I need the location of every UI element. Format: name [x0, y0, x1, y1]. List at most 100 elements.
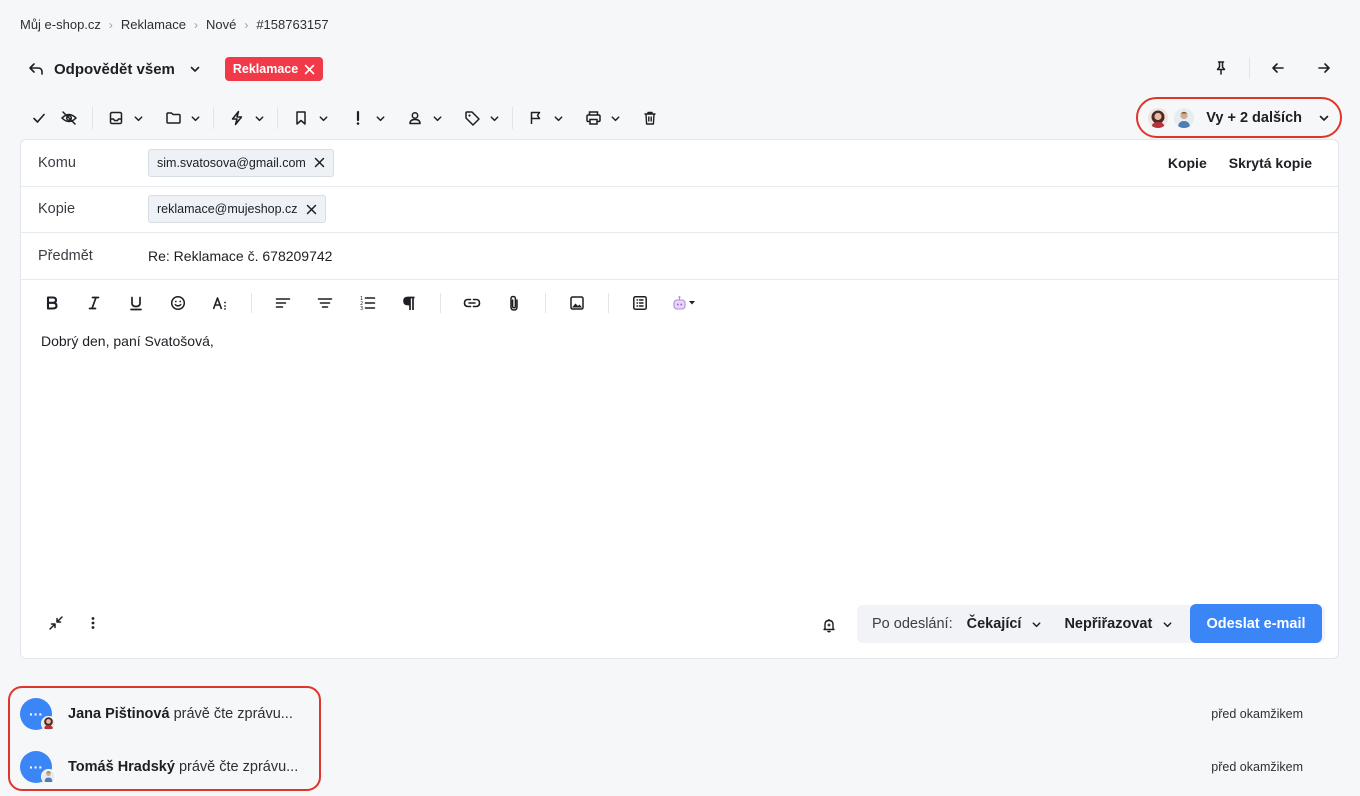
breadcrumb-item-nove[interactable]: Nové [206, 17, 236, 32]
chevron-down-icon [610, 113, 621, 124]
delete-button[interactable] [635, 105, 665, 131]
ai-assistant-icon[interactable] [670, 291, 700, 315]
add-cc-link[interactable]: Kopie [1168, 155, 1207, 171]
arrow-right-icon[interactable] [1312, 56, 1336, 80]
breadcrumb-separator-icon: › [108, 17, 113, 32]
hide-button[interactable] [54, 105, 84, 131]
assignee-button[interactable] [400, 105, 447, 131]
chevron-down-icon [1163, 621, 1172, 627]
breadcrumb-separator-icon: › [193, 17, 198, 32]
recipient-chip[interactable]: sim.svatosova@gmail.com [148, 148, 334, 177]
chevron-down-icon [1318, 112, 1330, 124]
formatting-toolbar: 123 [40, 291, 718, 315]
remove-cc-icon[interactable] [306, 204, 317, 215]
divider [512, 107, 513, 129]
breadcrumb: Můj e-shop.cz › Reklamace › Nové › #1587… [20, 17, 329, 32]
send-email-button[interactable]: Odeslat e-mail [1190, 604, 1322, 643]
image-icon[interactable] [565, 291, 589, 315]
recipient-email: sim.svatosova@gmail.com [157, 155, 306, 170]
remove-tag-icon[interactable] [304, 64, 315, 75]
underline-icon[interactable] [124, 291, 148, 315]
add-bcc-link[interactable]: Skrytá kopie [1229, 155, 1312, 171]
status-value: Čekající [966, 616, 1022, 632]
breadcrumb-item-shop[interactable]: Můj e-shop.cz [20, 17, 101, 32]
chevron-down-icon [190, 113, 201, 124]
divider [440, 293, 441, 313]
print-icon [582, 107, 604, 129]
link-icon[interactable] [460, 291, 484, 315]
automation-button[interactable] [222, 105, 269, 131]
active-readers-highlight [8, 686, 321, 791]
ticket-navigation [1209, 56, 1336, 80]
align-center-icon[interactable] [313, 291, 337, 315]
chevron-down-icon [375, 113, 386, 124]
breadcrumb-item-ticket-id: #158763157 [256, 17, 329, 32]
tag-button[interactable] [457, 105, 504, 131]
divider [92, 107, 93, 129]
chevron-down-icon [254, 113, 265, 124]
message-body[interactable]: Dobrý den, paní Svatošová, [41, 333, 214, 349]
inbox-button[interactable] [101, 105, 148, 131]
participants-dropdown[interactable]: Vy + 2 dalších [1136, 97, 1342, 138]
reply-all-button[interactable]: Odpovědět všem [20, 61, 201, 78]
collapse-icon[interactable] [47, 614, 65, 637]
flag-icon [525, 107, 547, 129]
cc-links: Kopie Skrytá kopie [1168, 155, 1312, 171]
align-left-icon[interactable] [271, 291, 295, 315]
divider [545, 293, 546, 313]
bookmark-button[interactable] [286, 105, 333, 131]
remove-recipient-icon[interactable] [314, 157, 325, 168]
print-button[interactable] [578, 105, 625, 131]
template-icon[interactable] [628, 291, 652, 315]
tag-icon [461, 107, 483, 129]
numbered-list-icon[interactable]: 123 [355, 291, 379, 315]
compose-card: Komu sim.svatosova@gmail.com Kopie Skryt… [20, 139, 1339, 659]
status-tag: Reklamace [224, 57, 324, 81]
pin-icon[interactable] [1209, 56, 1233, 80]
chevron-down-icon [553, 113, 564, 124]
divider [1249, 57, 1250, 79]
check-icon [28, 107, 50, 129]
after-send-label: Po odeslání: [872, 616, 953, 632]
subject-input[interactable]: Re: Reklamace č. 678209742 [148, 248, 332, 264]
reminder-bell-icon[interactable] [818, 614, 840, 636]
subject-row[interactable]: Předmět Re: Reklamace č. 678209742 [21, 233, 1338, 280]
reply-icon [29, 63, 43, 75]
italic-icon[interactable] [82, 291, 106, 315]
hide-icon [58, 107, 80, 129]
to-label: Komu [38, 154, 76, 171]
priority-icon [347, 107, 369, 129]
flag-button[interactable] [521, 105, 568, 131]
inbox-icon [105, 107, 127, 129]
action-row: Odpovědět všem Reklamace [20, 56, 324, 82]
divider [608, 293, 609, 313]
cc-row: Kopie reklamace@mujeshop.cz [21, 187, 1338, 233]
chevron-down-icon [318, 113, 329, 124]
editor-bottom-controls [47, 614, 97, 637]
svg-text:3: 3 [360, 306, 363, 311]
assign-dropdown[interactable]: Nepřiřazovat [1064, 616, 1173, 632]
reply-all-label: Odpovědět všem [54, 60, 175, 78]
subject-label: Předmět [38, 247, 93, 264]
status-dropdown[interactable]: Čekající [967, 616, 1043, 632]
text-size-icon[interactable] [208, 291, 232, 315]
attachment-icon[interactable] [502, 291, 526, 315]
folder-button[interactable] [158, 105, 205, 131]
bold-icon[interactable] [40, 291, 64, 315]
cc-label: Kopie [38, 201, 76, 218]
resolve-button[interactable] [24, 105, 54, 131]
divider [213, 107, 214, 129]
divider [277, 107, 278, 129]
more-options-icon[interactable] [89, 615, 97, 636]
cc-chip[interactable]: reklamace@mujeshop.cz [148, 195, 326, 224]
bookmark-icon [290, 107, 312, 129]
arrow-left-icon[interactable] [1266, 56, 1290, 80]
emoji-icon[interactable] [166, 291, 190, 315]
breadcrumb-item-reklamace[interactable]: Reklamace [121, 17, 186, 32]
paragraph-icon[interactable] [397, 291, 421, 315]
chevron-down-icon [133, 113, 144, 124]
priority-button[interactable] [343, 105, 390, 131]
chevron-down-icon [432, 113, 443, 124]
divider [251, 293, 252, 313]
chevron-down-icon [1033, 621, 1041, 627]
